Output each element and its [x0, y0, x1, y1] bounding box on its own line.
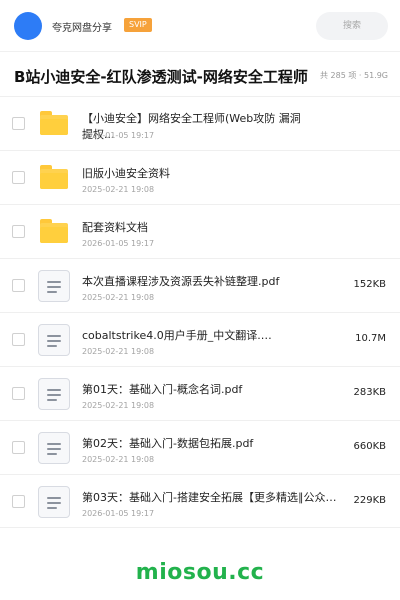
file-date: 2025-02-21 19:08	[82, 401, 155, 410]
avatar[interactable]	[14, 12, 42, 40]
list-item[interactable]: 【小迪安全】网络安全工程师(Web攻防 漏洞 提权... 2026-01-05 …	[0, 96, 400, 150]
file-name: 旧版小迪安全资料	[82, 167, 170, 180]
select-checkbox[interactable]	[12, 117, 25, 130]
folder-icon	[40, 111, 68, 135]
file-date: 2026-01-05 19:17	[82, 131, 155, 140]
file-date: 2026-01-05 19:17	[82, 239, 155, 248]
file-size: 152KB	[353, 279, 386, 290]
select-checkbox[interactable]	[12, 225, 25, 238]
top-bar: 夸克网盘分享 SVIP 搜索	[0, 0, 400, 52]
document-icon	[38, 378, 70, 410]
share-meta: 共 285 项 · 51.9G	[320, 71, 388, 80]
folder-icon	[40, 165, 68, 189]
document-icon	[38, 324, 70, 356]
file-name: 第01天：基础入门-概念名词.pdf	[82, 383, 243, 396]
document-icon	[38, 270, 70, 302]
file-date: 2025-02-21 19:08	[82, 455, 155, 464]
file-size: 283KB	[353, 387, 386, 398]
file-date: 2025-02-21 19:08	[82, 185, 155, 194]
document-icon	[38, 486, 70, 518]
select-checkbox[interactable]	[12, 171, 25, 184]
file-name: 本次直播课程涉及资源丢失补链整理.pdf	[82, 275, 280, 288]
file-date: 2025-02-21 19:08	[82, 293, 155, 302]
select-checkbox[interactable]	[12, 387, 25, 400]
list-item[interactable]: 本次直播课程涉及资源丢失补链整理.pdf 2025-02-21 19:08 15…	[0, 258, 400, 312]
file-date: 2025-02-21 19:08	[82, 347, 155, 356]
svip-badge: SVIP	[124, 18, 152, 32]
file-name: 第02天：基础入门-数据包拓展.pdf	[82, 437, 254, 450]
select-checkbox[interactable]	[12, 441, 25, 454]
share-title: B站小迪安全-红队渗透测试-网络安全工程师	[14, 68, 308, 86]
file-size: 10.7M	[355, 333, 386, 344]
document-icon	[38, 432, 70, 464]
list-item[interactable]: 旧版小迪安全资料 2025-02-21 19:08	[0, 150, 400, 204]
search-button[interactable]: 搜索	[316, 12, 388, 40]
select-checkbox[interactable]	[12, 333, 25, 346]
file-name: 第03天：基础入门-搭建安全拓展【更多精选∥公众号…	[82, 491, 344, 504]
select-checkbox[interactable]	[12, 495, 25, 508]
folder-icon	[40, 219, 68, 243]
watermark: miosou.cc	[135, 560, 265, 585]
file-name: cobaltstrike4.0用户手册_中文翻译.…	[82, 329, 272, 342]
share-owner-name: 夸克网盘分享	[52, 23, 112, 34]
list-item[interactable]: 配套资料文档 2026-01-05 19:17	[0, 204, 400, 258]
list-item[interactable]: 第02天：基础入门-数据包拓展.pdf 2025-02-21 19:08 660…	[0, 420, 400, 474]
file-date: 2026-01-05 19:17	[82, 509, 155, 518]
file-size: 660KB	[353, 441, 386, 452]
list-item[interactable]: 第01天：基础入门-概念名词.pdf 2025-02-21 19:08 283K…	[0, 366, 400, 420]
list-item[interactable]: 第03天：基础入门-搭建安全拓展【更多精选∥公众号… 2026-01-05 19…	[0, 474, 400, 528]
file-size: 229KB	[353, 495, 386, 506]
file-name: 配套资料文档	[82, 221, 148, 234]
file-list: 【小迪安全】网络安全工程师(Web攻防 漏洞 提权... 2026-01-05 …	[0, 96, 400, 528]
select-checkbox[interactable]	[12, 279, 25, 292]
list-item[interactable]: cobaltstrike4.0用户手册_中文翻译.… 2025-02-21 19…	[0, 312, 400, 366]
